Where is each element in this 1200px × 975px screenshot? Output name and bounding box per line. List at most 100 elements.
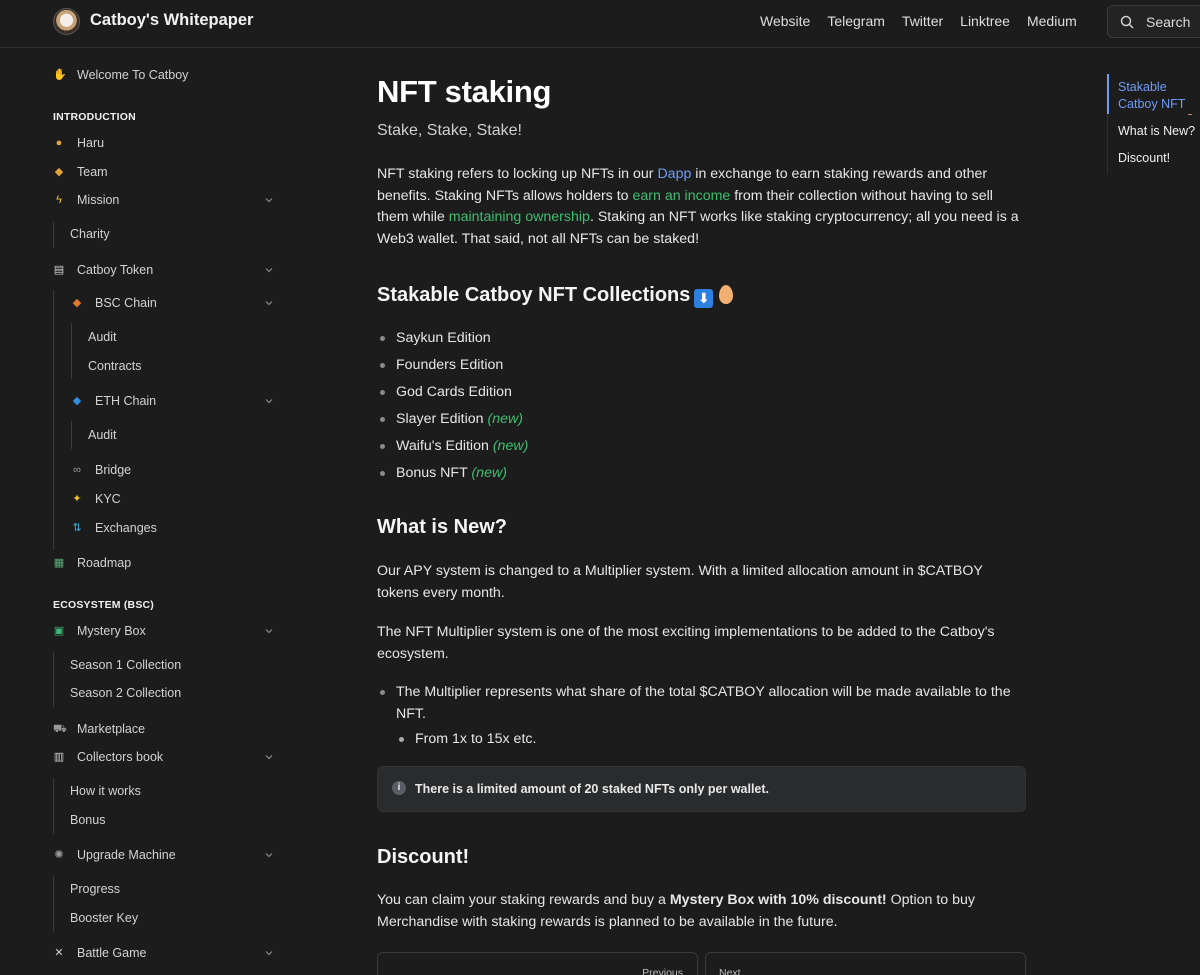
sidebar-section-introduction: INTRODUCTION bbox=[53, 111, 136, 123]
map-icon: ▦ bbox=[53, 557, 65, 569]
sidebar-item-collectors-book[interactable]: Collectors book bbox=[77, 750, 163, 764]
sidebar-item-roadmap[interactable]: Roadmap bbox=[77, 556, 131, 570]
chevron-down-icon[interactable] bbox=[264, 752, 274, 762]
previous-page-button[interactable]: Previous bbox=[377, 952, 698, 975]
shopping-cart-icon: ⛟ bbox=[53, 723, 67, 735]
sidebar-item-season-1[interactable]: Season 1 Collection bbox=[70, 658, 181, 672]
list-item-label: Waifu's Edition bbox=[396, 438, 489, 454]
sidebar-item-eth-chain[interactable]: ETH Chain bbox=[95, 394, 156, 408]
nav-linktree[interactable]: Linktree bbox=[960, 13, 1010, 29]
sidebar-item-marketplace[interactable]: Marketplace bbox=[77, 722, 145, 736]
maintaining-ownership-link[interactable]: maintaining ownership bbox=[449, 209, 590, 225]
toc-item-collections[interactable]: Stakable Catboy NFT Collections bbox=[1118, 79, 1200, 115]
toc-active-indicator bbox=[1107, 74, 1109, 114]
chevron-down-icon[interactable] bbox=[264, 298, 274, 308]
down-arrow-icon: ⬇ bbox=[694, 289, 714, 308]
list-item: Bonus NFT (new) bbox=[396, 465, 507, 481]
sidebar-item-battle-game[interactable]: Battle Game bbox=[77, 946, 146, 960]
handshake-icon: ◆ bbox=[54, 166, 64, 178]
sidebar-item-catboy-token[interactable]: Catboy Token bbox=[77, 263, 153, 277]
tree-line bbox=[53, 290, 54, 550]
chevron-down-icon[interactable] bbox=[264, 626, 274, 636]
chevron-down-icon[interactable] bbox=[264, 948, 274, 958]
toc-item-label: Stakable Catboy NFT Collections bbox=[1118, 80, 1186, 115]
chevron-down-icon[interactable] bbox=[264, 396, 274, 406]
list-bullet bbox=[380, 690, 385, 695]
nav-telegram[interactable]: Telegram bbox=[827, 13, 885, 29]
list-item-label: Saykun Edition bbox=[396, 330, 491, 346]
next-page-button[interactable]: Next bbox=[705, 952, 1026, 975]
intro-paragraph: NFT staking refers to locking up NFTs in… bbox=[377, 164, 1027, 250]
list-item-label: Founders Edition bbox=[396, 357, 504, 373]
list-item: Founders Edition bbox=[396, 357, 503, 373]
sidebar-item-booster-key[interactable]: Booster Key bbox=[70, 911, 138, 925]
sidebar-item-audit-bsc[interactable]: Audit bbox=[88, 330, 117, 344]
list-item-label: God Cards Edition bbox=[396, 384, 512, 400]
sidebar-item-bonus[interactable]: Bonus bbox=[70, 813, 105, 827]
tree-line bbox=[71, 323, 72, 379]
nav-medium[interactable]: Medium bbox=[1027, 13, 1077, 29]
collections-heading: Stakable Catboy NFT Collections ⬇ bbox=[377, 284, 734, 308]
list-item-label: Bonus NFT bbox=[396, 465, 468, 481]
list-bullet bbox=[399, 737, 404, 742]
site-title[interactable]: Catboy's Whitepaper bbox=[90, 11, 253, 30]
collections-heading-text: Stakable Catboy NFT Collections bbox=[377, 284, 691, 306]
sidebar-item-upgrade-machine[interactable]: Upgrade Machine bbox=[77, 848, 176, 862]
gear-icon: ✺ bbox=[54, 849, 64, 861]
sidebar-item-mission[interactable]: Mission bbox=[77, 193, 119, 207]
tree-line bbox=[53, 222, 54, 248]
catboy-logo-icon[interactable] bbox=[53, 8, 80, 35]
sidebar-item-how-it-works[interactable]: How it works bbox=[70, 784, 141, 798]
multiplier-sub-item: From 1x to 15x etc. bbox=[415, 731, 537, 747]
whats-new-heading: What is New? bbox=[377, 516, 508, 538]
sidebar-item-mystery-box[interactable]: Mystery Box bbox=[77, 624, 146, 638]
list-item: Saykun Edition bbox=[396, 330, 491, 346]
gift-box-icon: ▣ bbox=[53, 625, 65, 637]
sidebar-item-progress[interactable]: Progress bbox=[70, 882, 120, 896]
exchange-arrows-icon: ⇅ bbox=[72, 522, 82, 534]
toc-item-whats-new[interactable]: What is New? bbox=[1118, 123, 1195, 140]
sidebar-item-exchanges[interactable]: Exchanges bbox=[95, 521, 157, 535]
toc-item-discount[interactable]: Discount! bbox=[1118, 150, 1170, 167]
earn-income-link[interactable]: earn an income bbox=[633, 188, 731, 204]
document-icon: ▤ bbox=[53, 264, 65, 276]
sidebar-item-contracts[interactable]: Contracts bbox=[88, 359, 142, 373]
hint-box: i There is a limited amount of 20 staked… bbox=[377, 766, 1026, 812]
page-subtitle: Stake, Stake, Stake! bbox=[377, 122, 522, 139]
sidebar-item-bridge[interactable]: Bridge bbox=[95, 463, 131, 477]
sidebar-item-season-2[interactable]: Season 2 Collection bbox=[70, 686, 181, 700]
egg-icon bbox=[719, 285, 734, 304]
list-bullet bbox=[380, 471, 385, 476]
sidebar-item-welcome[interactable]: Welcome To Catboy bbox=[77, 68, 188, 82]
list-item-label: Slayer Edition bbox=[396, 411, 484, 427]
list-bullet bbox=[380, 390, 385, 395]
nav-twitter[interactable]: Twitter bbox=[902, 13, 943, 29]
list-bullet bbox=[380, 417, 385, 422]
next-label: Next bbox=[719, 967, 741, 975]
list-bullet bbox=[380, 444, 385, 449]
chevron-down-icon[interactable] bbox=[264, 195, 274, 205]
whats-new-paragraph-2: The NFT Multiplier system is one of the … bbox=[377, 624, 995, 662]
discount-text: You can claim your staking rewards and b… bbox=[377, 892, 670, 908]
search-label: Search bbox=[1146, 14, 1191, 30]
sparkles-icon: ✦ bbox=[72, 493, 82, 505]
chevron-down-icon[interactable] bbox=[264, 850, 274, 860]
sidebar-item-charity[interactable]: Charity bbox=[70, 227, 110, 241]
nav-website[interactable]: Website bbox=[760, 13, 810, 29]
sidebar-item-bsc-chain[interactable]: BSC Chain bbox=[95, 296, 157, 310]
egg-icon bbox=[1184, 114, 1195, 115]
top-header: Catboy's Whitepaper Website Telegram Twi… bbox=[0, 0, 1200, 48]
search-button[interactable]: Search bbox=[1107, 5, 1200, 38]
sidebar-item-haru[interactable]: Haru bbox=[77, 136, 104, 150]
sidebar-item-audit-eth[interactable]: Audit bbox=[88, 428, 117, 442]
hint-text: There is a limited amount of 20 staked N… bbox=[415, 782, 770, 796]
list-item: Waifu's Edition (new) bbox=[396, 438, 528, 454]
crossed-swords-icon: ✕ bbox=[54, 947, 64, 959]
chevron-down-icon[interactable] bbox=[264, 265, 274, 275]
sidebar-item-kyc[interactable]: KYC bbox=[95, 492, 121, 506]
tree-line bbox=[53, 778, 54, 834]
link-icon: ∞ bbox=[73, 464, 81, 476]
dapp-link[interactable]: Dapp bbox=[657, 166, 691, 182]
page-title: NFT staking bbox=[377, 74, 552, 109]
sidebar-item-team[interactable]: Team bbox=[77, 165, 108, 179]
